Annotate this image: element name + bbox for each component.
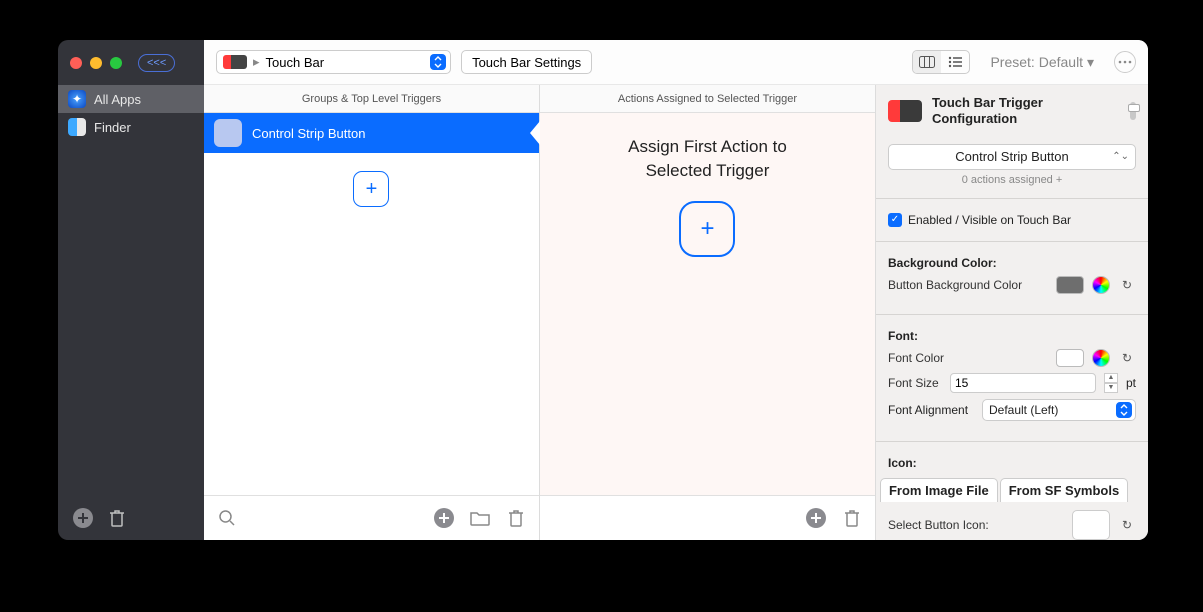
trigger-row[interactable]: Control Strip Button [204,113,539,153]
bg-color-label: Button Background Color [888,278,1048,292]
chevron-updown-icon [1116,402,1132,418]
inspector: Touch Bar Trigger Configuration Control … [876,85,1148,540]
font-size-input[interactable] [950,373,1096,393]
sidebar-item-all-apps[interactable]: ✦ All Apps [58,85,204,113]
inspector-title: Touch Bar Trigger Configuration [932,95,1120,128]
scope-selector[interactable]: ▸ Touch Bar [216,50,451,74]
main-area: ▸ Touch Bar Touch Bar Settings Preset: D… [204,40,1148,540]
app-window: <<< ✦ All Apps Finder ▸ Touch Bar [58,40,1148,540]
actions-bottombar [540,495,875,540]
actions-column: Actions Assigned to Selected Trigger Ass… [540,85,876,540]
sidebar: <<< ✦ All Apps Finder [58,40,204,540]
dropdown-value: Control Strip Button [955,149,1068,164]
zoom-button[interactable] [110,57,122,69]
color-picker-icon[interactable] [1092,349,1110,367]
font-size-stepper[interactable]: ▲▼ [1104,373,1118,393]
font-color-swatch[interactable] [1056,349,1084,367]
groups-column: Groups & Top Level Triggers Control Stri… [204,85,540,540]
select-icon-label: Select Button Icon: [888,518,1064,532]
font-color-label: Font Color [888,351,1048,365]
tab-from-sf[interactable]: From SF Symbols [1000,478,1129,502]
reset-icon[interactable]: ↻ [1118,349,1136,367]
close-button[interactable] [70,57,82,69]
trigger-type-dropdown[interactable]: Control Strip Button ⌃⌄ [888,144,1136,170]
actions-count-label[interactable]: 0 actions assigned + [888,174,1136,186]
assign-prompt-line1: Assign First Action to [628,135,787,159]
reset-icon[interactable]: ↻ [1118,516,1136,534]
assign-action-button[interactable]: + [679,201,735,257]
finder-icon [68,118,86,136]
titlebar: <<< [58,40,204,85]
chevron-updown-icon: ⌃⌄ [1112,151,1129,162]
font-size-unit: pt [1126,376,1136,390]
trash-button[interactable] [505,507,527,529]
font-align-label: Font Alignment [888,403,974,417]
reset-icon[interactable]: ↻ [1118,276,1136,294]
add-trigger-button[interactable]: + [353,171,389,207]
actions-column-header: Actions Assigned to Selected Trigger [540,85,875,113]
scope-label: Touch Bar [266,55,325,70]
touchbar-icon [888,100,922,122]
plus-circle-button[interactable] [433,507,455,529]
checkmark-icon: ✓ [888,213,902,227]
columns-view-icon[interactable] [913,51,941,73]
font-section-label: Font: [888,329,1136,343]
plus-circle-button[interactable] [805,507,827,529]
enabled-label: Enabled / Visible on Touch Bar [908,213,1071,227]
inspector-slider[interactable] [1130,102,1136,120]
icon-source-tabs: From Image File From SF Symbols [876,478,1148,502]
trigger-name: Control Strip Button [252,126,365,141]
minimize-button[interactable] [90,57,102,69]
search-button[interactable] [216,507,238,529]
folder-button[interactable] [469,507,491,529]
trash-button[interactable] [106,507,128,529]
chevron-updown-icon [430,54,446,70]
list-view-icon[interactable] [941,51,969,73]
touchbar-icon [223,55,247,69]
bg-color-swatch[interactable] [1056,276,1084,294]
preset-selector[interactable]: Preset: Default ▾ [990,54,1094,71]
font-align-select[interactable]: Default (Left) [982,399,1136,421]
toolbar: ▸ Touch Bar Touch Bar Settings Preset: D… [204,40,1148,85]
more-button[interactable] [1114,51,1136,73]
tab-from-image[interactable]: From Image File [880,478,998,502]
assign-prompt-line2: Selected Trigger [646,159,770,183]
groups-column-header: Groups & Top Level Triggers [204,85,539,113]
add-app-button[interactable] [72,507,94,529]
groups-bottombar [204,495,539,540]
enabled-checkbox[interactable]: ✓ Enabled / Visible on Touch Bar [888,213,1136,227]
trigger-preview-icon [214,119,242,147]
globe-icon: ✦ [68,90,86,108]
trash-button[interactable] [841,507,863,529]
sidebar-bottom-bar [58,495,204,540]
sidebar-item-label: Finder [94,120,131,135]
inspector-header: Touch Bar Trigger Configuration [876,85,1148,138]
icon-section-label: Icon: [888,456,1136,470]
icon-well[interactable] [1072,510,1110,540]
touch-bar-settings-button[interactable]: Touch Bar Settings [461,50,592,74]
bg-section-label: Background Color: [888,256,1136,270]
view-mode-segmented[interactable] [912,50,970,74]
color-picker-icon[interactable] [1092,276,1110,294]
sidebar-item-label: All Apps [94,92,141,107]
collapse-badge[interactable]: <<< [138,54,175,72]
columns: Groups & Top Level Triggers Control Stri… [204,85,1148,540]
font-size-label: Font Size [888,376,942,390]
sidebar-item-finder[interactable]: Finder [58,113,204,141]
select-value: Default (Left) [989,403,1058,417]
